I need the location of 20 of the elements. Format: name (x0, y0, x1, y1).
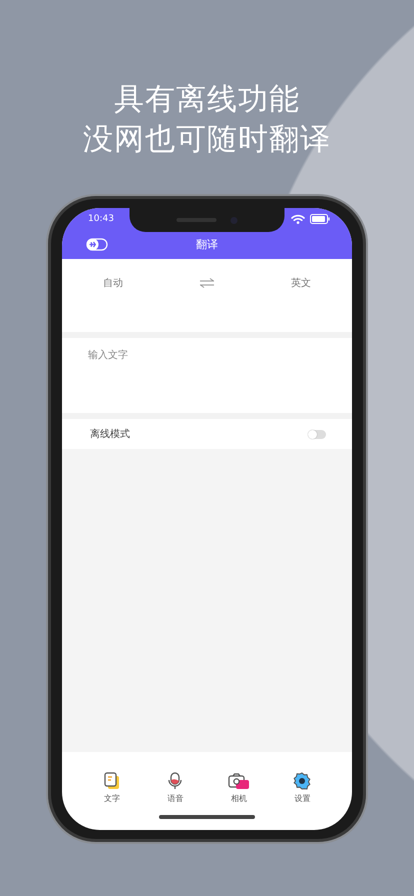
tab-button[interactable]: 相机 (216, 772, 261, 804)
gear-icon (293, 772, 312, 790)
tab-button[interactable]: 设置 (280, 772, 324, 804)
battery-icon (310, 214, 330, 224)
target-language-button[interactable]: 英文 (285, 274, 317, 292)
tab-button[interactable]: 文字 (90, 772, 134, 804)
headline-text: 具有离线功能 (114, 82, 300, 118)
camera-icon (228, 772, 250, 790)
nav-title: 翻译 (196, 237, 218, 252)
status-time: 10:43 (88, 214, 114, 224)
tab-button[interactable]: 语音 (153, 772, 198, 804)
offline-mode-label: 离线模式 (90, 428, 130, 441)
source-language-button[interactable]: 自动 (97, 274, 129, 292)
wifi-icon (291, 214, 305, 224)
headline-text: 没网也可随时翻译 (83, 122, 331, 158)
document-icon (104, 772, 120, 790)
swap-icon[interactable] (199, 278, 215, 288)
airplane-toggle-icon[interactable] (86, 238, 108, 251)
offline-mode-toggle[interactable] (308, 430, 326, 438)
microphone-icon (167, 772, 184, 790)
